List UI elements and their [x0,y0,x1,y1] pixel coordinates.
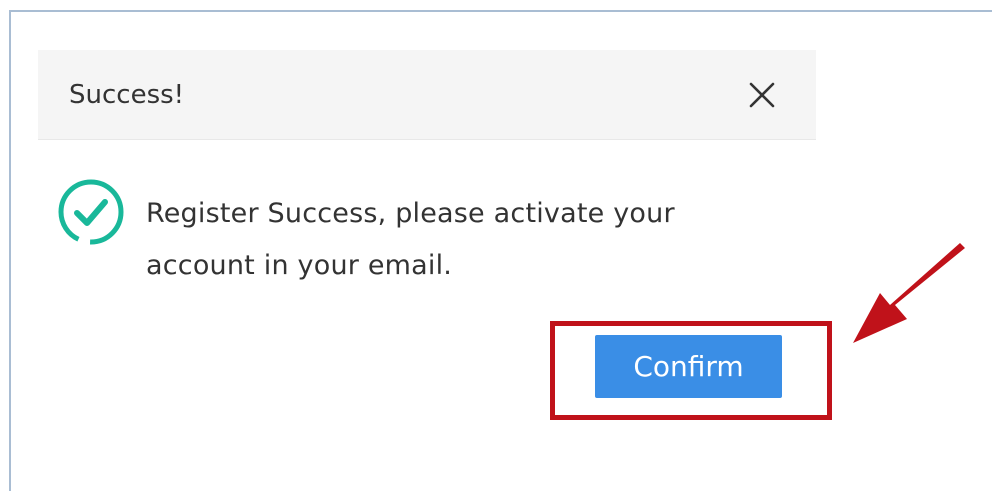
dialog-title: Success! [69,80,185,110]
arrow-pointer-icon [840,243,970,358]
dialog-message: Register Success, please activate your a… [146,198,675,281]
close-icon [749,82,775,108]
confirm-button[interactable]: Confirm [595,335,782,398]
dialog-header: Success! [38,50,816,140]
check-circle-icon [56,177,126,247]
close-button[interactable] [742,75,782,115]
